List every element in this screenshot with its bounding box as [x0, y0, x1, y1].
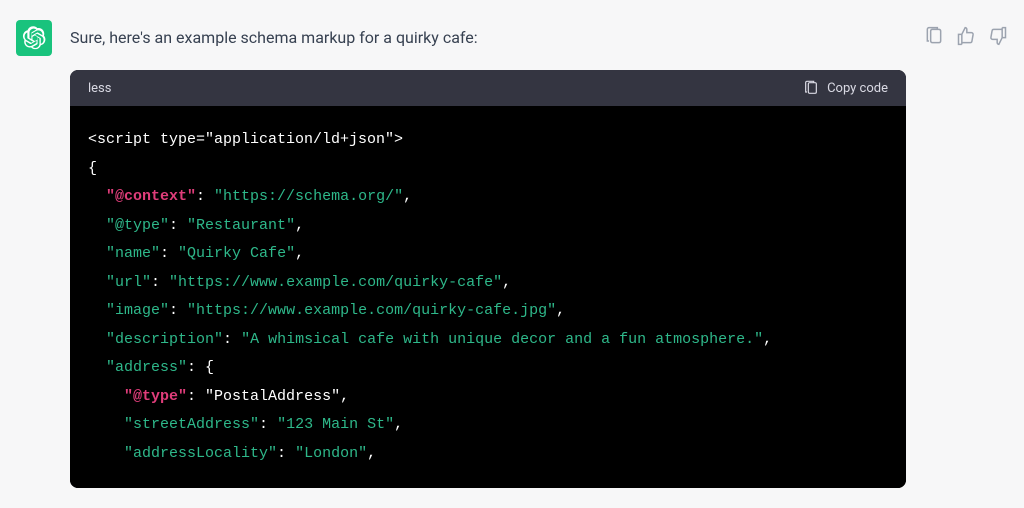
message-text: Sure, here's an example schema markup fo…	[70, 26, 906, 50]
code-token: "@type"	[124, 388, 187, 405]
code-token: "address"	[106, 359, 187, 376]
code-line: {	[88, 160, 97, 177]
code-content[interactable]: <script type="application/ld+json"> { "@…	[70, 106, 906, 488]
copy-code-button[interactable]: Copy code	[803, 80, 888, 96]
thumbs-down-icon	[988, 26, 1008, 46]
code-token: "@context"	[106, 188, 196, 205]
code-token: "https://schema.org/"	[214, 188, 403, 205]
code-language-label: less	[88, 81, 111, 96]
code-token: "description"	[106, 331, 223, 348]
code-token: "A whimsical cafe with unique decor and …	[241, 331, 763, 348]
code-token: "name"	[106, 245, 160, 262]
code-token: "PostalAddress"	[205, 388, 340, 405]
code-token: "https://www.example.com/quirky-cafe"	[169, 274, 502, 291]
code-token: "@type"	[106, 217, 169, 234]
copy-code-label: Copy code	[827, 81, 888, 96]
code-token: "image"	[106, 302, 169, 319]
openai-logo-icon	[22, 26, 46, 50]
clipboard-icon	[803, 80, 819, 96]
code-block: less Copy code <script type="application…	[70, 70, 906, 488]
thumbs-up-button[interactable]	[956, 26, 976, 46]
code-token: "123 Main St"	[277, 416, 394, 433]
thumbs-down-button[interactable]	[988, 26, 1008, 46]
clipboard-icon	[924, 26, 944, 46]
code-token: "Restaurant"	[187, 217, 295, 234]
code-token: "London"	[295, 445, 367, 462]
assistant-avatar	[16, 20, 52, 56]
code-token: "https://www.example.com/quirky-cafe.jpg…	[187, 302, 556, 319]
code-header: less Copy code	[70, 70, 906, 106]
code-line: <script type="application/ld+json">	[88, 131, 403, 148]
copy-message-button[interactable]	[924, 26, 944, 46]
code-token: "url"	[106, 274, 151, 291]
code-token: "Quirky Cafe"	[178, 245, 295, 262]
thumbs-up-icon	[956, 26, 976, 46]
code-token: "addressLocality"	[124, 445, 277, 462]
code-token: "streetAddress"	[124, 416, 259, 433]
